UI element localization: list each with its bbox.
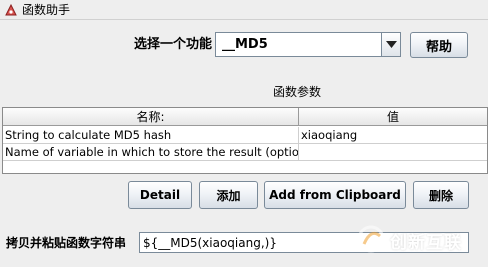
parameters-table[interactable]: 名称: 值 String to calculate MD5 hash xiaoq… bbox=[2, 107, 488, 174]
add-from-clipboard-button[interactable]: Add from Clipboard bbox=[264, 181, 406, 209]
watermark-text: 创新互联 bbox=[390, 233, 462, 253]
param-value-cell[interactable]: xiaoqiang bbox=[299, 127, 487, 144]
chevron-down-icon bbox=[386, 41, 397, 48]
param-value-cell[interactable] bbox=[299, 144, 487, 161]
delete-button[interactable]: 删除 bbox=[413, 181, 469, 209]
function-selected-value: __MD5 bbox=[222, 37, 268, 52]
add-button[interactable]: 添加 bbox=[199, 181, 258, 209]
window-title: 函数助手 bbox=[22, 3, 71, 17]
help-button[interactable]: 帮助 bbox=[410, 32, 468, 58]
title-bar[interactable]: 函数助手 bbox=[0, 0, 488, 20]
app-icon bbox=[4, 3, 18, 17]
copy-string-label: 拷贝并粘贴函数字符串 bbox=[6, 236, 127, 250]
column-header-value[interactable]: 值 bbox=[299, 108, 487, 126]
watermark: 创新互联 bbox=[354, 222, 484, 258]
function-dropdown[interactable]: __MD5 bbox=[215, 32, 401, 57]
dropdown-arrow-button[interactable] bbox=[381, 33, 400, 56]
param-name-cell[interactable]: String to calculate MD5 hash bbox=[3, 127, 299, 144]
column-header-name[interactable]: 名称: bbox=[3, 108, 299, 126]
section-title: 函数参数 bbox=[273, 85, 322, 99]
watermark-logo-icon bbox=[357, 225, 385, 253]
function-label: 选择一个功能 bbox=[134, 37, 213, 52]
detail-button[interactable]: Detail bbox=[128, 181, 192, 209]
param-name-cell[interactable]: Name of variable in which to store the r… bbox=[3, 144, 299, 161]
